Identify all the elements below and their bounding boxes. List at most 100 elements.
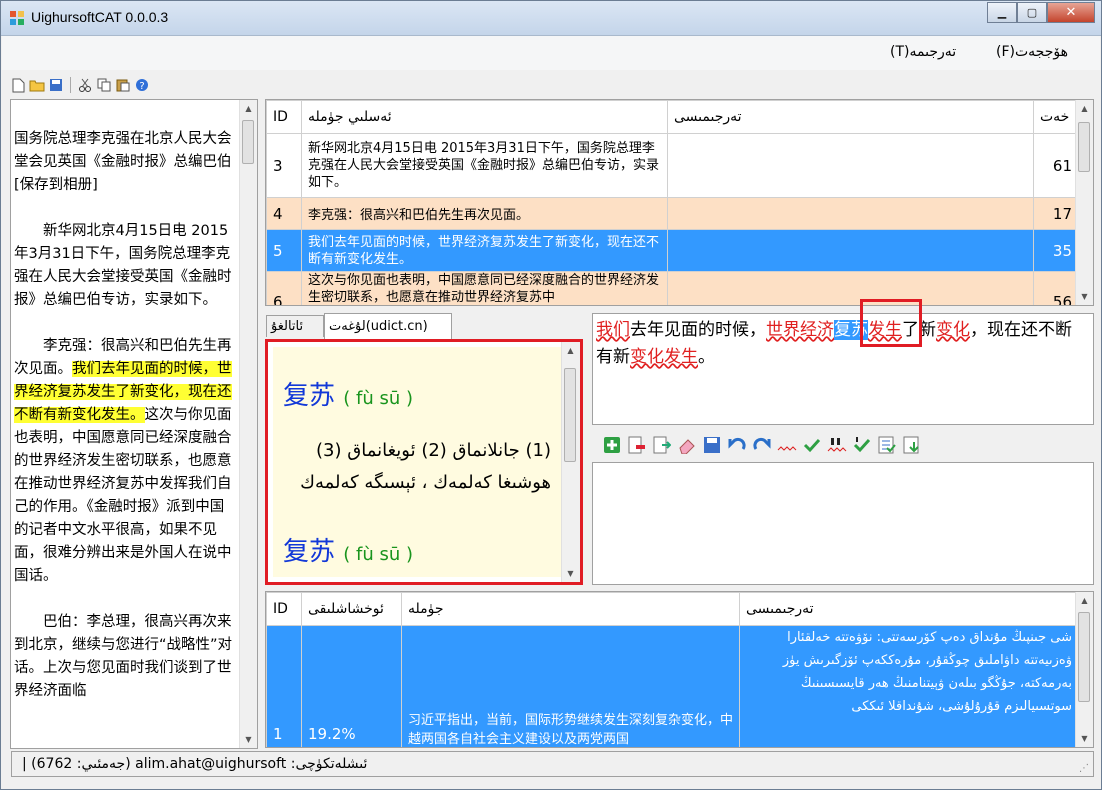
scroll-down-icon[interactable]: ▼ [1076, 288, 1093, 305]
cell-source: 这次与你见面也表明，中国愿意同已经深度融合的世界经济发生密切联系，也愿意在推动世… [301, 271, 668, 305]
term-highlight[interactable]: 我们 [596, 320, 630, 340]
target-segment-editor[interactable] [592, 462, 1094, 585]
close-button[interactable]: ✕ [1047, 2, 1095, 23]
scroll-up-icon[interactable]: ▲ [562, 342, 579, 359]
resize-grip-icon[interactable]: ⋰ [1079, 763, 1089, 774]
dict-headword: 复苏 ( fù sū ) [283, 531, 413, 568]
title-bar[interactable]: UighursoftCAT 0.0.0.3 ▁ ▢ ✕ [1, 1, 1101, 36]
remove-icon[interactable] [626, 434, 648, 456]
scroll-up-icon[interactable]: ▲ [1076, 592, 1093, 609]
scroll-down-icon[interactable]: ▼ [1076, 730, 1093, 747]
source-segment-text: 我们去年见面的时候，世界经济复苏发生了新变化，现在还不断有新变化发生。 [596, 317, 1083, 371]
source-document-pane[interactable]: 国务院总理李克强在北京人民大会堂会见英国《金融时报》总编巴伯 [保存到相册] 新… [10, 99, 258, 749]
doc-paragraph: 国务院总理李克强在北京人民大会堂会见英国《金融时报》总编巴伯 [保存到相册] [14, 131, 246, 193]
col-source-header[interactable]: ئەسلىي جۈملە [301, 100, 668, 134]
undo-icon[interactable] [726, 434, 748, 456]
col-sentence-header[interactable]: جۈملە [401, 592, 740, 626]
cell-target[interactable] [667, 229, 1034, 272]
list-check-icon[interactable] [876, 434, 898, 456]
cell-sentence: 习近平指出，当前，国际形势继续发生深刻复杂变化，中越两国各自社会主义建设以及两党… [401, 625, 740, 747]
segments-table: ID ئەسلىي جۈملە تەرجىمىسى خەت 3 新华网北京4月1… [266, 100, 1079, 305]
cell-source: 李克强：很高兴和巴伯先生再次见面。 [301, 197, 668, 230]
save-icon[interactable] [48, 77, 64, 93]
status-bar: | (6762 :جەمئىي) alim.ahat@uighursoft :ئ… [11, 751, 1094, 777]
col-similarity-header[interactable]: ئوخشاشلىقى [301, 592, 402, 626]
doc-paragraph: 新华网北京4月15日电 2015年3月31日下午，国务院总理李克强在人民大会堂接… [14, 223, 232, 308]
window-title: UighursoftCAT 0.0.0.3 [31, 9, 169, 25]
help-icon[interactable]: ? [134, 77, 150, 93]
cell-target[interactable] [667, 271, 1034, 305]
tab-terms[interactable]: ئاتالغۇ [266, 315, 324, 337]
selection-focus-box [860, 299, 922, 347]
col-id-header[interactable]: ID [266, 100, 302, 134]
scroll-up-icon[interactable]: ▲ [240, 100, 257, 117]
spell-approve-icon[interactable] [851, 434, 873, 456]
cell-id: 6 [266, 271, 302, 305]
scroll-down-icon[interactable]: ▼ [240, 731, 257, 748]
scroll-up-icon[interactable]: ▲ [1076, 100, 1093, 117]
eraser-icon[interactable] [676, 434, 698, 456]
cell-id: 1 [266, 625, 302, 747]
dict-pinyin: ( fù sū ) [343, 388, 414, 409]
dictionary-scrollbar[interactable]: ▲ ▼ [561, 342, 580, 582]
cell-id: 5 [266, 229, 302, 272]
spell-ok-icon[interactable] [801, 434, 823, 456]
scroll-down-icon[interactable]: ▼ [562, 565, 579, 582]
tm-table: ID ئوخشاشلىقى جۈملە تەرجىمىسى 1 19.2% 习近… [266, 592, 1079, 747]
minimize-button[interactable]: ▁ [987, 2, 1017, 23]
cut-icon[interactable] [77, 77, 93, 93]
col-count-header[interactable]: خەت [1033, 100, 1079, 134]
menu-file[interactable]: هۆججەت(F) [996, 44, 1068, 60]
table-row[interactable]: 3 新华网北京4月15日电 2015年3月31日下午，国务院总理李克强在人民大会… [266, 133, 1079, 198]
dict-headword: 复苏 ( fù sū ) [283, 375, 413, 412]
paste-icon[interactable] [115, 77, 131, 93]
dict-word: 复苏 [283, 537, 336, 567]
cell-target[interactable] [667, 133, 1034, 198]
main-window: UighursoftCAT 0.0.0.3 ▁ ▢ ✕ هۆججەت(F) تە… [0, 0, 1102, 790]
table-row-selected[interactable]: 5 我们去年见面的时候，世界经济复苏发生了新变化，现在还不断有新变化发生。 35 [266, 229, 1079, 272]
segment-text: 。 [698, 347, 715, 367]
left-scrollbar[interactable]: ▲ ▼ [239, 100, 257, 748]
cell-count: 56 [1033, 271, 1079, 305]
download-icon[interactable] [901, 434, 923, 456]
toolbar-separator [70, 77, 71, 93]
add-icon[interactable] [601, 434, 623, 456]
col-translation-header[interactable]: تەرجىمىسى [739, 592, 1079, 626]
segments-scrollbar[interactable]: ▲ ▼ [1075, 100, 1093, 305]
term-highlight[interactable]: 世界经济 [766, 320, 834, 340]
table-row-selected[interactable]: 1 19.2% 习近平指出，当前，国际形势继续发生深刻复杂变化，中越两国各自社会… [266, 625, 1079, 747]
dict-definition: (1) جانلانماق (2) ئويغانماق (3) ھوشىغا ك… [300, 440, 551, 493]
maximize-button[interactable]: ▢ [1017, 2, 1047, 23]
open-icon[interactable] [29, 77, 45, 93]
scroll-thumb[interactable] [1078, 612, 1090, 702]
copy-icon[interactable] [96, 77, 112, 93]
insert-icon[interactable] [651, 434, 673, 456]
doc-text: 这次与你见面也表明，中国愿意同已经深度融合的世界经济发生密切联系，也愿意在推动世… [14, 407, 232, 584]
term-highlight[interactable]: 变化发生 [630, 347, 698, 367]
table-row[interactable]: 6 这次与你见面也表明，中国愿意同已经深度融合的世界经济发生密切联系，也愿意在推… [266, 271, 1079, 305]
save-icon[interactable] [701, 434, 723, 456]
doc-paragraph: 李克强：很高兴和巴伯先生再次见面。我们去年见面的时候，世界经济复苏发生了新变化，… [14, 335, 238, 588]
redo-icon[interactable] [751, 434, 773, 456]
spell-error-icon[interactable] [776, 434, 798, 456]
term-highlight[interactable]: 变化 [936, 320, 970, 340]
cell-source: 新华网北京4月15日电 2015年3月31日下午，国务院总理李克强在人民大会堂接… [301, 133, 668, 198]
close-icon: ✕ [1065, 5, 1077, 20]
source-document-text: 国务院总理李克强在北京人民大会堂会见英国《金融时报》总编巴伯 [保存到相册] 新… [14, 128, 246, 726]
menu-bar: هۆججەت(F) تەرجىمە(T) [2, 36, 1100, 70]
spell-check-icon[interactable] [826, 434, 848, 456]
col-id-header[interactable]: ID [266, 592, 302, 626]
cell-count: 35 [1033, 229, 1079, 272]
source-segment-editor[interactable]: 我们去年见面的时候，世界经济复苏发生了新变化，现在还不断有新变化发生。 [592, 313, 1094, 425]
tm-scrollbar[interactable]: ▲ ▼ [1075, 592, 1093, 747]
new-icon[interactable] [10, 77, 26, 93]
translation-memory-grid: ID ئوخشاشلىقى جۈملە تەرجىمىسى 1 19.2% 习近… [265, 591, 1094, 748]
menu-translate[interactable]: تەرجىمە(T) [890, 44, 956, 60]
scroll-thumb[interactable] [242, 120, 254, 164]
col-target-header[interactable]: تەرجىمىسى [667, 100, 1034, 134]
table-row[interactable]: 4 李克强：很高兴和巴伯先生再次见面。 17 [266, 197, 1079, 230]
scroll-thumb[interactable] [564, 368, 576, 462]
scroll-thumb[interactable] [1078, 122, 1090, 172]
tab-dictionary[interactable]: لۇغەت(udict.cn) [324, 313, 452, 339]
cell-target[interactable] [667, 197, 1034, 230]
